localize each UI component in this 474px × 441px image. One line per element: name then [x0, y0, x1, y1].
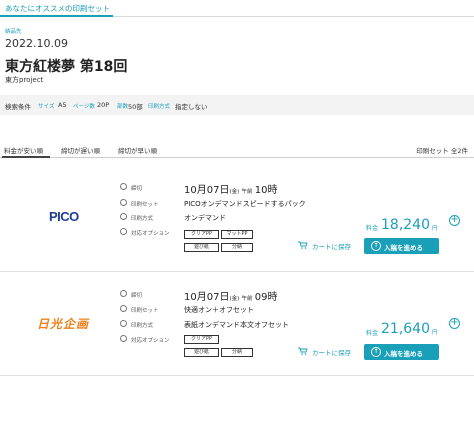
deadline-ampm: 午前: [241, 296, 253, 302]
submit-label: 入稿を進める: [384, 350, 423, 358]
recommended-tab[interactable]: あなたにオススメの印刷セット: [0, 0, 474, 17]
sort-active-indicator: [2, 156, 50, 158]
event-date: 2022.10.09: [5, 37, 68, 50]
nikko-logo: 日光企画: [37, 317, 90, 331]
option-badge: クリアPP: [184, 335, 219, 344]
cart-label: カートに保存: [312, 349, 351, 357]
price-value: 21,640: [381, 321, 430, 337]
deadline-time: 09時: [254, 292, 278, 303]
clock-icon: [120, 290, 127, 297]
deadline-value: 10月07日(金) 午前 09時: [184, 288, 277, 303]
size-key: サイズ: [38, 104, 55, 110]
option-badge: マットPP: [221, 230, 253, 239]
deadline-ampm: 午前: [241, 189, 253, 195]
pico-logo: PICO: [49, 209, 79, 224]
option-badge: 遊び紙: [184, 348, 219, 357]
option-label: 対応オプション: [131, 231, 170, 237]
yen-label: 円: [432, 226, 438, 232]
price-label: 料金: [366, 225, 379, 232]
tab-underline: [0, 15, 113, 17]
document-icon: [120, 320, 127, 327]
copies-key: 部数: [117, 104, 129, 110]
upload-icon: ↑: [371, 241, 381, 251]
set-label: 印刷セット: [131, 202, 159, 208]
deadline-label: 締切: [131, 186, 143, 192]
sort-tab-cheapest[interactable]: 料金が安い順: [4, 145, 43, 155]
option-label: 対応オプション: [131, 338, 170, 344]
option-badge: クリアPP: [184, 230, 219, 239]
method-label: 印刷方式: [131, 216, 154, 222]
method-value: 表紙オンデマンド本文オフセット: [184, 321, 289, 329]
conditions-label: 検索条件: [5, 103, 31, 111]
event-title: 東方紅楼夢 第18回: [5, 59, 128, 75]
deadline-date: 10月07日: [184, 292, 230, 303]
method-value: 指定しない: [175, 103, 208, 111]
result-count: 印刷セット 全2件: [416, 147, 468, 155]
method-key: 印刷方式: [148, 104, 171, 110]
printer-icon: [120, 305, 127, 312]
clock-icon: [120, 183, 127, 190]
sort-divider: [0, 157, 474, 158]
submit-label: 入稿を進める: [384, 244, 423, 252]
plus-icon[interactable]: +: [449, 318, 460, 329]
pages-key: ページ数: [73, 104, 95, 110]
size-value: A5: [58, 101, 67, 109]
option-badge: 分納: [221, 348, 253, 357]
upload-icon: ↑: [371, 347, 381, 357]
deadline-value: 10月07日(金) 午前 10時: [184, 181, 277, 196]
event-circle: 東方project: [5, 76, 44, 84]
printer-icon: [120, 199, 127, 206]
cart-icon: [298, 347, 308, 355]
tag-icon: [120, 228, 127, 235]
document-icon: [120, 213, 127, 220]
cart-label: カートに保存: [312, 243, 351, 251]
search-conditions-bar: 検索条件 サイズ A5 ページ数 20P 部数 50部 印刷方式 指定しない: [0, 95, 474, 115]
recommended-tab-label: あなたにオススメの印刷セット: [5, 4, 110, 13]
set-name: 快適オン＋オフセット: [184, 306, 254, 314]
method-label: 印刷方式: [131, 323, 154, 329]
sort-tab-earliest-deadline[interactable]: 締切が早い順: [118, 145, 157, 155]
deadline-time: 10時: [254, 185, 278, 196]
plus-icon[interactable]: +: [449, 215, 460, 226]
submit-manuscript-button[interactable]: ↑ 入稿を進める: [364, 344, 439, 360]
sort-tab-latest-deadline[interactable]: 締切が遅い順: [61, 145, 100, 155]
deadline-date: 10月07日: [184, 185, 230, 196]
card-divider: [0, 375, 474, 376]
price-value: 18,240: [381, 217, 430, 233]
tag-icon: [120, 335, 127, 342]
deadline-label: 締切: [131, 293, 143, 299]
price-label: 料金: [366, 330, 379, 337]
cart-icon: [298, 241, 308, 249]
copies-value: 50部: [128, 103, 143, 111]
method-value: オンデマンド: [184, 214, 226, 222]
pages-value: 20P: [97, 101, 110, 109]
option-badge: 遊び紙: [184, 243, 219, 252]
date-label: 納品先: [5, 29, 22, 35]
submit-manuscript-button[interactable]: ↑ 入稿を進める: [364, 238, 439, 254]
option-badge: 分納: [221, 243, 253, 252]
yen-label: 円: [432, 330, 438, 336]
set-name: PICOオンデマンドスピードするパック: [184, 200, 306, 208]
set-label: 印刷セット: [131, 308, 159, 314]
deadline-day: (金): [229, 296, 240, 302]
deadline-day: (金): [229, 189, 240, 195]
card-divider: [0, 271, 474, 272]
